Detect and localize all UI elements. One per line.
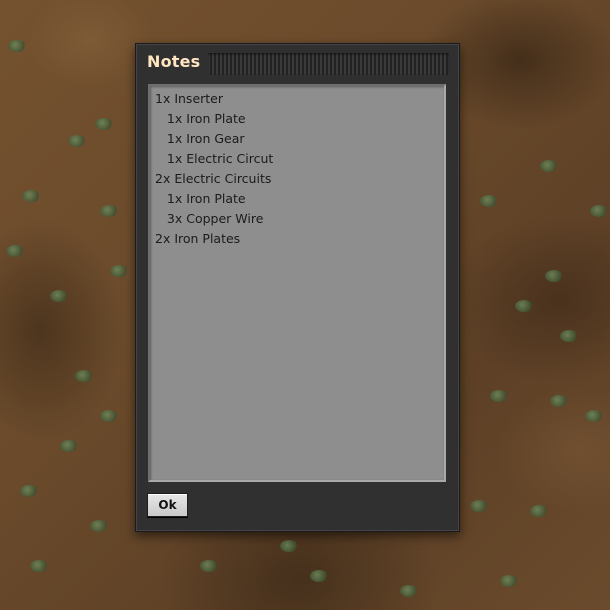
shrub-icon bbox=[20, 485, 38, 497]
shrub-icon bbox=[200, 560, 218, 572]
shrub-icon bbox=[90, 520, 108, 532]
shrub-icon bbox=[560, 330, 578, 342]
shrub-icon bbox=[50, 290, 68, 302]
shrub-icon bbox=[110, 265, 128, 277]
notes-line: 2x Iron Plates bbox=[155, 231, 241, 246]
notes-line: 1x Iron Plate bbox=[155, 111, 246, 126]
shrub-icon bbox=[75, 370, 93, 382]
shrub-icon bbox=[545, 270, 563, 282]
drag-handle[interactable] bbox=[208, 53, 449, 75]
window-titlebar[interactable]: Notes bbox=[136, 44, 459, 82]
shrub-icon bbox=[470, 500, 488, 512]
notes-line: 2x Electric Circuits bbox=[155, 171, 272, 186]
shrub-icon bbox=[60, 440, 78, 452]
shrub-icon bbox=[585, 410, 603, 422]
shrub-icon bbox=[490, 390, 508, 402]
notes-window: Notes 1x Inserter 1x Iron Plate 1x Iron … bbox=[135, 43, 460, 532]
shrub-icon bbox=[6, 245, 24, 257]
notes-textarea[interactable]: 1x Inserter 1x Iron Plate 1x Iron Gear 1… bbox=[148, 84, 446, 482]
notes-line: 3x Copper Wire bbox=[155, 211, 264, 226]
notes-line: 1x Iron Gear bbox=[155, 131, 245, 146]
shrub-icon bbox=[540, 160, 558, 172]
shrub-icon bbox=[22, 190, 40, 202]
shrub-icon bbox=[100, 410, 118, 422]
shrub-icon bbox=[550, 395, 568, 407]
notes-line: 1x Iron Plate bbox=[155, 191, 246, 206]
shrub-icon bbox=[310, 570, 328, 582]
shrub-icon bbox=[530, 505, 548, 517]
ok-button[interactable]: Ok bbox=[147, 493, 188, 517]
shrub-icon bbox=[500, 575, 518, 587]
shrub-icon bbox=[515, 300, 533, 312]
shrub-icon bbox=[8, 40, 26, 52]
shrub-icon bbox=[68, 135, 86, 147]
shrub-icon bbox=[400, 585, 418, 597]
shrub-icon bbox=[480, 195, 498, 207]
shrub-icon bbox=[280, 540, 298, 552]
shrub-icon bbox=[95, 118, 113, 130]
notes-line: 1x Inserter bbox=[155, 91, 224, 106]
window-title: Notes bbox=[147, 52, 201, 71]
shrub-icon bbox=[100, 205, 118, 217]
notes-line: 1x Electric Circut bbox=[155, 151, 274, 166]
shrub-icon bbox=[30, 560, 48, 572]
shrub-icon bbox=[590, 205, 608, 217]
